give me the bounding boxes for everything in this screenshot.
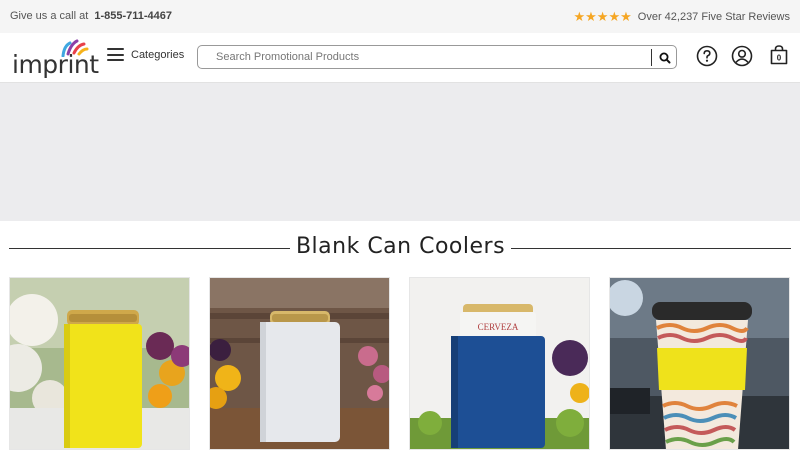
- reviews-summary[interactable]: ★★★★★ Over 42,237 Five Star Reviews: [573, 9, 790, 25]
- cart-icon[interactable]: 0: [768, 44, 790, 66]
- product-card-white-can-cooler[interactable]: [209, 277, 390, 450]
- product-image: [610, 278, 789, 449]
- search-input[interactable]: [216, 49, 636, 65]
- product-image: [10, 278, 189, 449]
- reviews-text: Over 42,237 Five Star Reviews: [637, 11, 790, 23]
- help-icon[interactable]: [696, 45, 718, 67]
- product-image: CERVEZA: [410, 278, 589, 449]
- product-card-yellow-cup-sleeve[interactable]: [609, 277, 790, 450]
- menu-icon: [107, 48, 124, 61]
- search-bar: [197, 45, 677, 69]
- hero-banner: [0, 83, 800, 221]
- site-header: imprint Categories 0: [0, 33, 800, 83]
- categories-menu-button[interactable]: Categories: [107, 48, 184, 61]
- account-icon[interactable]: [731, 45, 753, 67]
- rating-stars-icon: ★★★★★: [573, 9, 632, 24]
- imprint-logo[interactable]: imprint: [12, 39, 99, 79]
- heading-rule-left: [9, 248, 290, 249]
- call-us-text: Give us a call at 1-855-711-4467: [10, 10, 172, 22]
- svg-text:CERVEZA: CERVEZA: [478, 322, 519, 332]
- search-divider: [651, 49, 652, 66]
- product-card-blue-can-cooler[interactable]: CERVEZA: [409, 277, 590, 450]
- top-bar: Give us a call at 1-855-711-4467 ★★★★★ O…: [0, 0, 800, 33]
- categories-label: Categories: [131, 48, 185, 61]
- phone-link[interactable]: 1-855-711-4467: [94, 10, 172, 22]
- cart-count: 0: [777, 54, 782, 63]
- search-icon[interactable]: [657, 50, 673, 66]
- logo-text: imprint: [12, 50, 99, 79]
- section-heading: Blank Can Coolers: [0, 234, 800, 264]
- product-card-yellow-can-cooler[interactable]: [9, 277, 190, 450]
- product-image: [210, 278, 389, 449]
- call-label: Give us a call at: [10, 10, 89, 22]
- page-title: Blank Can Coolers: [295, 234, 506, 259]
- heading-rule-right: [511, 248, 791, 249]
